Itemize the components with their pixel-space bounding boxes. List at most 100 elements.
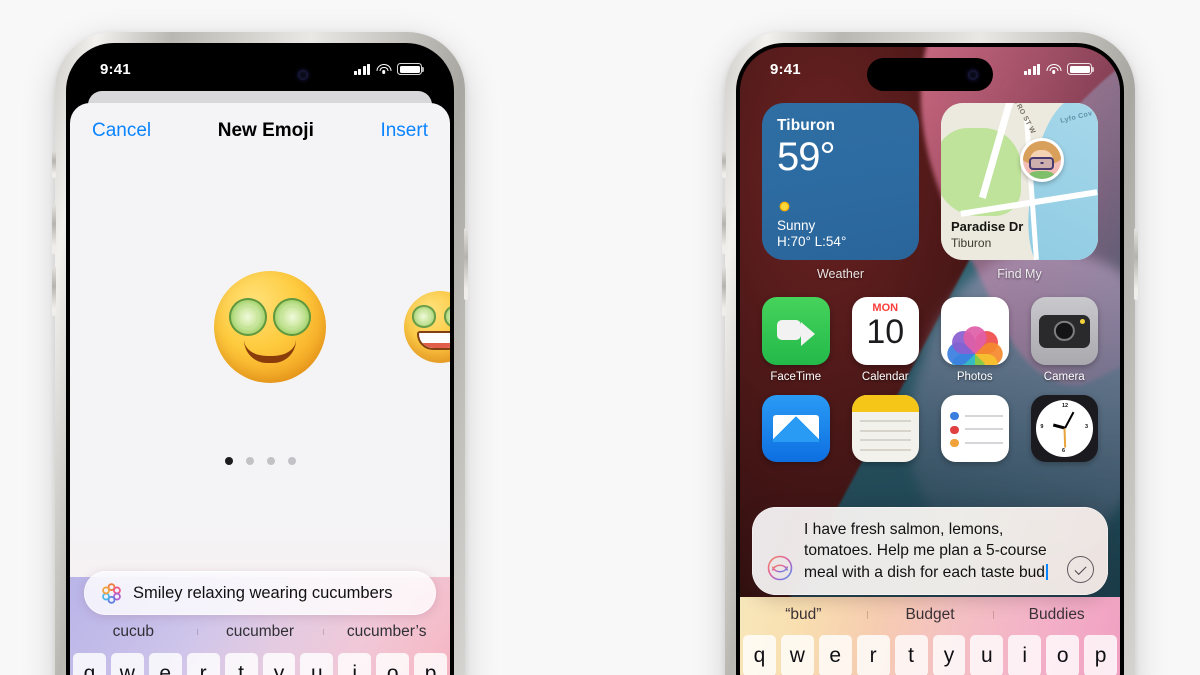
left-dynamic-island [197, 58, 323, 91]
app-notes[interactable] [851, 394, 919, 462]
key-i[interactable]: i [338, 653, 372, 675]
checkmark-glyph [1074, 562, 1087, 575]
new-emoji-sheet: Cancel New Emoji Insert Smiley relaxing … [70, 103, 450, 675]
emoji-carousel[interactable] [70, 271, 450, 431]
genmoji-option-secondary[interactable] [404, 291, 450, 363]
app-photos[interactable]: Photos [941, 297, 1009, 383]
key-r[interactable]: r [856, 635, 890, 675]
weather-high-low: H:70° L:54° [777, 234, 847, 249]
app-camera[interactable]: Camera [1030, 297, 1098, 383]
app-mail[interactable] [762, 394, 830, 462]
siri-loop-icon [767, 555, 793, 581]
cellular-signal-icon [353, 63, 370, 75]
app-calendar[interactable]: MON 10 Calendar [851, 297, 919, 383]
screenshot-stage: 9:41 Cancel New Emoji Insert Smiley rela… [0, 0, 1200, 675]
find-my-widget[interactable]: ENTRO ST W Lyfo Cov Paradise Dr Tiburon [941, 103, 1098, 260]
insert-button[interactable]: Insert [380, 120, 428, 142]
right-dynamic-island [867, 58, 993, 91]
suggestion-2[interactable]: cucumber [196, 623, 324, 641]
siri-prompt-line-2: tomatoes. Help me plan a 5-course [804, 542, 1047, 559]
key-t[interactable]: t [894, 635, 928, 675]
key-u[interactable]: u [300, 653, 334, 675]
left-phone-screen: 9:41 Cancel New Emoji Insert Smiley rela… [70, 47, 450, 675]
action-button[interactable] [722, 150, 726, 178]
keyboard-row-1: q w e r t y u i o p [742, 635, 1118, 675]
key-o[interactable]: o [376, 653, 410, 675]
weather-widget[interactable]: Tiburon 59° Sunny H:70° L:54° [762, 103, 919, 260]
key-p[interactable]: p [414, 653, 448, 675]
app-grid: FaceTime MON 10 Calendar Photos Camera 1… [762, 297, 1098, 474]
facetime-icon[interactable] [762, 297, 830, 365]
key-q[interactable]: q [742, 635, 776, 675]
wifi-icon [1046, 63, 1061, 75]
silent-switch[interactable] [52, 150, 56, 178]
checkmark-circle-icon[interactable] [1067, 556, 1094, 583]
memoji-avatar [1019, 137, 1064, 182]
suggestion-3[interactable]: Buddies [993, 606, 1120, 624]
volume-up-button[interactable] [52, 204, 56, 254]
suggestion-1[interactable]: cucub [70, 623, 197, 641]
key-p[interactable]: p [1084, 635, 1118, 675]
weather-widget-column: Tiburon 59° Sunny H:70° L:54° Weather [762, 103, 919, 281]
volume-down-button[interactable] [52, 266, 56, 316]
cellular-signal-icon [1023, 63, 1040, 75]
front-camera-icon [968, 69, 978, 80]
key-q[interactable]: q [72, 653, 106, 675]
cucumber-slice-right [273, 297, 312, 336]
page-dot-2[interactable] [245, 457, 254, 465]
genmoji-sparkle-icon [100, 582, 123, 605]
reminders-icon[interactable] [941, 394, 1009, 462]
notes-icon[interactable] [851, 394, 919, 462]
volume-up-button[interactable] [722, 204, 726, 254]
page-title: New Emoji [217, 120, 314, 141]
weather-city: Tiburon [777, 117, 836, 134]
key-y[interactable]: y [932, 635, 966, 675]
avatar-glasses-icon [1028, 157, 1055, 171]
power-button[interactable] [1134, 228, 1138, 300]
widget-row: Tiburon 59° Sunny H:70° L:54° Weather EN… [762, 103, 1098, 281]
app-facetime[interactable]: FaceTime [762, 297, 830, 383]
key-t[interactable]: t [224, 653, 258, 675]
app-reminders[interactable] [941, 394, 1009, 462]
key-r[interactable]: r [186, 653, 220, 675]
smile-mouth [244, 340, 296, 363]
key-u[interactable]: u [970, 635, 1004, 675]
siri-type-to-request-field[interactable]: I have fresh salmon, lemons, tomatoes. H… [752, 506, 1108, 595]
genmoji-option-primary[interactable] [214, 271, 326, 383]
status-time: 9:41 [770, 60, 801, 78]
left-phone-bezel: 9:41 Cancel New Emoji Insert Smiley rela… [66, 43, 454, 675]
key-i[interactable]: i [1008, 635, 1042, 675]
onscreen-keyboard[interactable]: q w e r t y u i o p [70, 649, 450, 675]
key-e[interactable]: e [148, 653, 182, 675]
calendar-day: 10 [866, 313, 905, 352]
key-e[interactable]: e [818, 635, 852, 675]
key-o[interactable]: o [1046, 635, 1080, 675]
suggestion-3[interactable]: cucumber’s [323, 623, 450, 641]
key-w[interactable]: w [110, 653, 144, 675]
photos-icon[interactable] [941, 297, 1009, 365]
mail-icon[interactable] [762, 394, 830, 462]
page-dot-3[interactable] [266, 457, 275, 465]
page-dot-1[interactable] [224, 457, 233, 465]
page-dot-4[interactable] [287, 457, 296, 465]
cucumber-slice-left [411, 305, 436, 328]
genmoji-prompt-field[interactable]: Smiley relaxing wearing cucumbers [84, 571, 436, 615]
onscreen-keyboard[interactable]: q w e r t y u i o p a [740, 631, 1120, 675]
clock-icon[interactable]: 12 3 6 9 [1030, 394, 1098, 462]
volume-down-button[interactable] [722, 266, 726, 316]
page-dots[interactable] [70, 457, 450, 465]
app-row-2: 12 3 6 9 [762, 394, 1098, 462]
camera-icon[interactable] [1030, 297, 1098, 365]
genmoji-prompt-text: Smiley relaxing wearing cucumbers [133, 583, 393, 602]
suggestion-2[interactable]: Budget [866, 606, 994, 624]
power-button[interactable] [464, 228, 468, 300]
cancel-button[interactable]: Cancel [92, 120, 151, 142]
key-w[interactable]: w [780, 635, 814, 675]
app-label: Calendar [861, 370, 909, 383]
findmy-widget-column: ENTRO ST W Lyfo Cov Paradise Dr Tiburon [941, 103, 1098, 281]
app-clock[interactable]: 12 3 6 9 [1030, 394, 1098, 462]
calendar-icon[interactable]: MON 10 [851, 297, 919, 365]
suggestion-1[interactable]: “bud” [740, 606, 867, 624]
sun-icon [777, 199, 792, 214]
key-y[interactable]: y [262, 653, 296, 675]
